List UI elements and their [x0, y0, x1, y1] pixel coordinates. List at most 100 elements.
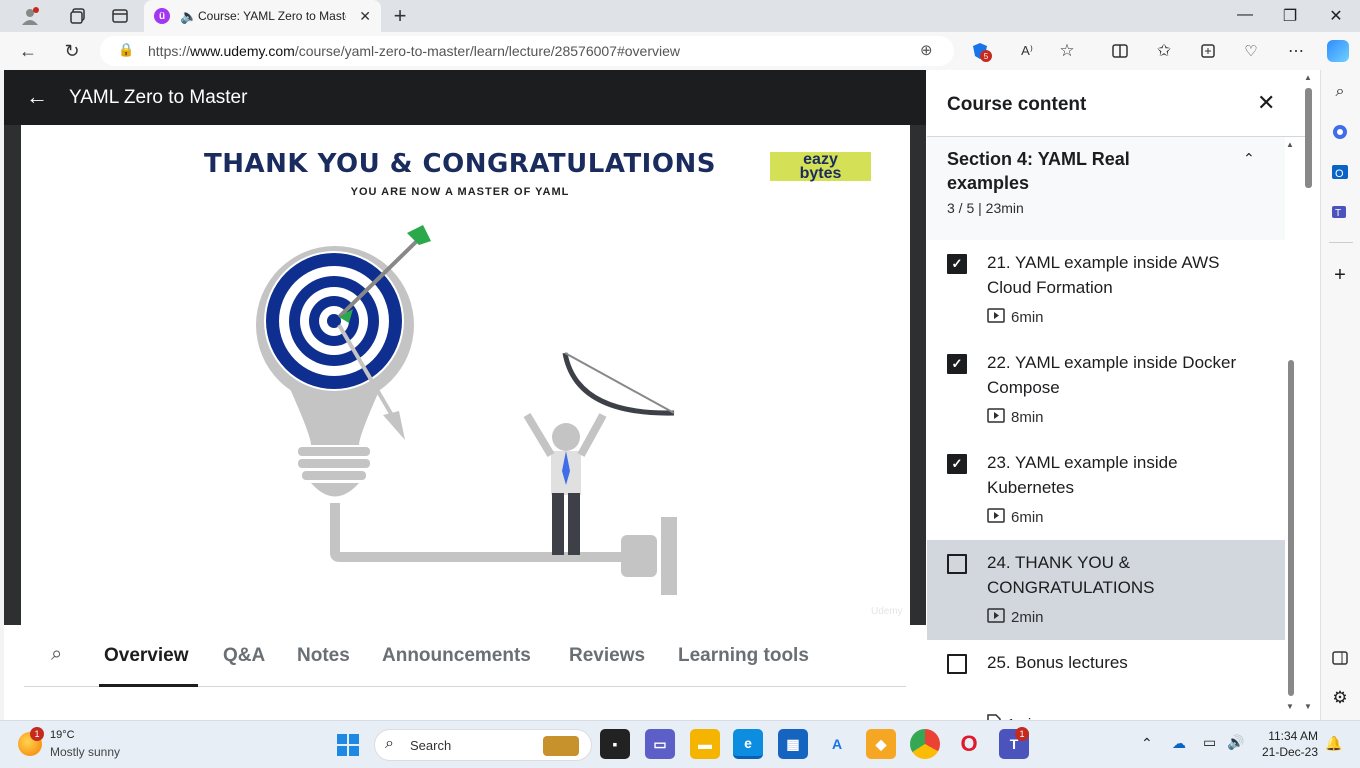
search-label: Search: [410, 738, 452, 753]
hide-sidebar-icon[interactable]: [1330, 648, 1350, 668]
teams-sidebar-icon[interactable]: T: [1330, 202, 1350, 222]
search-highlight-icon: [543, 736, 579, 756]
new-tab-icon[interactable]: +: [390, 3, 410, 28]
section-header[interactable]: Section 4: YAML Real examples 3 / 5 | 23…: [927, 137, 1285, 240]
tab-overview[interactable]: Overview: [104, 645, 189, 667]
speaker-icon[interactable]: 🔈: [180, 8, 197, 25]
teams-badge: 1: [1015, 727, 1029, 741]
content-tabs: ⌕ Overview Q&A Notes Announcements Revie…: [24, 625, 906, 687]
start-button-icon[interactable]: [337, 734, 359, 761]
restore-icon[interactable]: ❐: [1280, 6, 1300, 26]
clock-time[interactable]: 11:34 AM: [1262, 729, 1318, 743]
course-content-panel: Course content ✕ Section 4: YAML Real ex…: [927, 70, 1307, 720]
back-to-course-icon[interactable]: ←: [26, 84, 48, 110]
browser-essentials-icon[interactable]: ♡: [1241, 41, 1261, 61]
sidebar-settings-icon[interactable]: ⚙: [1330, 688, 1350, 708]
panel-header: Course content ✕: [927, 70, 1305, 137]
volume-icon[interactable]: 🔊: [1227, 734, 1244, 751]
tab-qa[interactable]: Q&A: [223, 645, 265, 667]
lecture-title: 21. YAML example inside AWS Cloud Format…: [987, 253, 1220, 297]
chrome-icon[interactable]: [910, 729, 940, 759]
video-icon: [987, 508, 1005, 527]
favorites-icon[interactable]: ✩: [1154, 41, 1174, 61]
checkbox-checked[interactable]: ✓: [947, 354, 967, 374]
video-icon: [987, 308, 1005, 327]
inner-scroll-down-icon[interactable]: ▼: [1286, 702, 1294, 711]
close-panel-icon[interactable]: ✕: [1257, 90, 1275, 116]
lecture-title: 24. THANK YOU & CONGRATULATIONS: [987, 553, 1155, 597]
course-title[interactable]: YAML Zero to Master: [69, 87, 247, 109]
notification-bell-icon[interactable]: 🔔: [1325, 735, 1342, 752]
url-field[interactable]: 🔒 https://www.udemy.com/course/yaml-zero…: [100, 36, 954, 66]
lecture-item[interactable]: ✓ 23. YAML example inside Kubernetes 6mi…: [927, 440, 1285, 540]
tab-announcements[interactable]: Announcements: [382, 645, 531, 667]
weather-badge: 1: [30, 727, 44, 741]
taskbar-search[interactable]: ⌕ Search: [374, 729, 592, 761]
copilot-icon[interactable]: [1327, 40, 1349, 62]
lecture-title: 22. YAML example inside Docker Compose: [987, 353, 1237, 397]
inner-scroll-up-icon[interactable]: ▲: [1286, 140, 1294, 149]
tab-notes[interactable]: Notes: [297, 645, 350, 667]
page-scroll-down-icon[interactable]: ▼: [1304, 702, 1312, 711]
file-explorer-alt-icon[interactable]: ▪: [600, 729, 630, 759]
workspaces-icon[interactable]: [68, 6, 88, 26]
store-icon[interactable]: ▦: [778, 729, 808, 759]
search-content-icon[interactable]: ⌕: [51, 643, 62, 666]
browser-tab[interactable]: ü 🔈 Course: YAML Zero to Maste ✕: [144, 0, 381, 32]
inner-scrollbar-thumb[interactable]: [1288, 360, 1294, 696]
back-icon[interactable]: ←: [18, 41, 38, 61]
tab-reviews[interactable]: Reviews: [569, 645, 645, 667]
lecture-item-current[interactable]: 24. THANK YOU & CONGRATULATIONS 2min: [927, 540, 1285, 640]
browser-title-bar: ü 🔈 Course: YAML Zero to Maste ✕ + — ❐ ✕: [0, 0, 1360, 32]
extension-badge: 5: [980, 50, 992, 62]
minimize-icon[interactable]: —: [1235, 6, 1255, 24]
lecture-item[interactable]: ✓ 21. YAML example inside AWS Cloud Form…: [927, 240, 1285, 340]
teams-chat-icon[interactable]: ▭: [645, 729, 675, 759]
close-window-icon[interactable]: ✕: [1326, 6, 1346, 26]
windows-taskbar: 1 19°C Mostly sunny ⌕ Search ▪ ▭ ▬ e ▦ A…: [0, 720, 1360, 768]
sidebar-search-icon[interactable]: ⌕: [1330, 82, 1350, 102]
lecture-duration: 2min: [987, 608, 1044, 627]
zoom-icon[interactable]: ⊕: [920, 41, 933, 59]
video-player[interactable]: THANK YOU & CONGRATULATIONS YOU ARE NOW …: [4, 125, 926, 625]
weather-temp[interactable]: 19°C: [50, 729, 75, 741]
onedrive-icon[interactable]: ☁: [1172, 735, 1186, 752]
edge-taskbar-icon[interactable]: e: [733, 729, 763, 759]
favorite-star-icon[interactable]: ☆: [1057, 41, 1077, 61]
close-tab-icon[interactable]: ✕: [359, 8, 371, 25]
page-scrollbar-thumb[interactable]: [1305, 88, 1312, 188]
add-sidebar-app-icon[interactable]: +: [1330, 264, 1350, 286]
split-screen-icon[interactable]: [1110, 41, 1130, 61]
refresh-icon[interactable]: ↻: [62, 41, 82, 61]
chevron-up-icon[interactable]: ⌄: [1243, 149, 1255, 166]
search-icon: ⌕: [385, 735, 394, 752]
show-hidden-icons-chevron-icon[interactable]: ⌃: [1141, 735, 1153, 752]
video-icon: [987, 608, 1005, 627]
tab-actions-icon[interactable]: [110, 6, 130, 26]
read-aloud-icon[interactable]: A⁾: [1017, 41, 1037, 61]
page-scroll-up-icon[interactable]: ▲: [1304, 73, 1312, 82]
network-icon[interactable]: ▭: [1203, 734, 1216, 751]
translator-icon[interactable]: A: [822, 729, 852, 759]
clock-date[interactable]: 21-Dec-23: [1258, 745, 1318, 759]
weather-desc[interactable]: Mostly sunny: [50, 745, 120, 759]
brave-icon[interactable]: ◆: [866, 729, 896, 759]
profile-icon[interactable]: [20, 6, 40, 26]
active-tab-underline: [99, 684, 198, 687]
more-menu-icon[interactable]: ⋯: [1286, 41, 1306, 61]
tab-learning-tools[interactable]: Learning tools: [678, 645, 809, 667]
checkbox-unchecked[interactable]: [947, 554, 967, 574]
file-explorer-icon[interactable]: ▬: [690, 729, 720, 759]
checkbox-unchecked[interactable]: [947, 654, 967, 674]
sidebar-shopping-icon[interactable]: [1330, 122, 1350, 142]
collections-icon[interactable]: [1198, 41, 1218, 61]
panel-title: Course content: [947, 94, 1087, 115]
outlook-icon[interactable]: O: [1330, 162, 1350, 182]
checkbox-checked[interactable]: ✓: [947, 254, 967, 274]
opera-icon[interactable]: O: [954, 729, 984, 759]
lecture-item[interactable]: ✓ 22. YAML example inside Docker Compose…: [927, 340, 1285, 440]
lecture-item[interactable]: 25. Bonus lectures 1min: [927, 640, 1285, 720]
checkbox-checked[interactable]: ✓: [947, 454, 967, 474]
extension-icon[interactable]: 5: [970, 41, 992, 62]
url-host: www.udemy.com: [190, 43, 295, 59]
